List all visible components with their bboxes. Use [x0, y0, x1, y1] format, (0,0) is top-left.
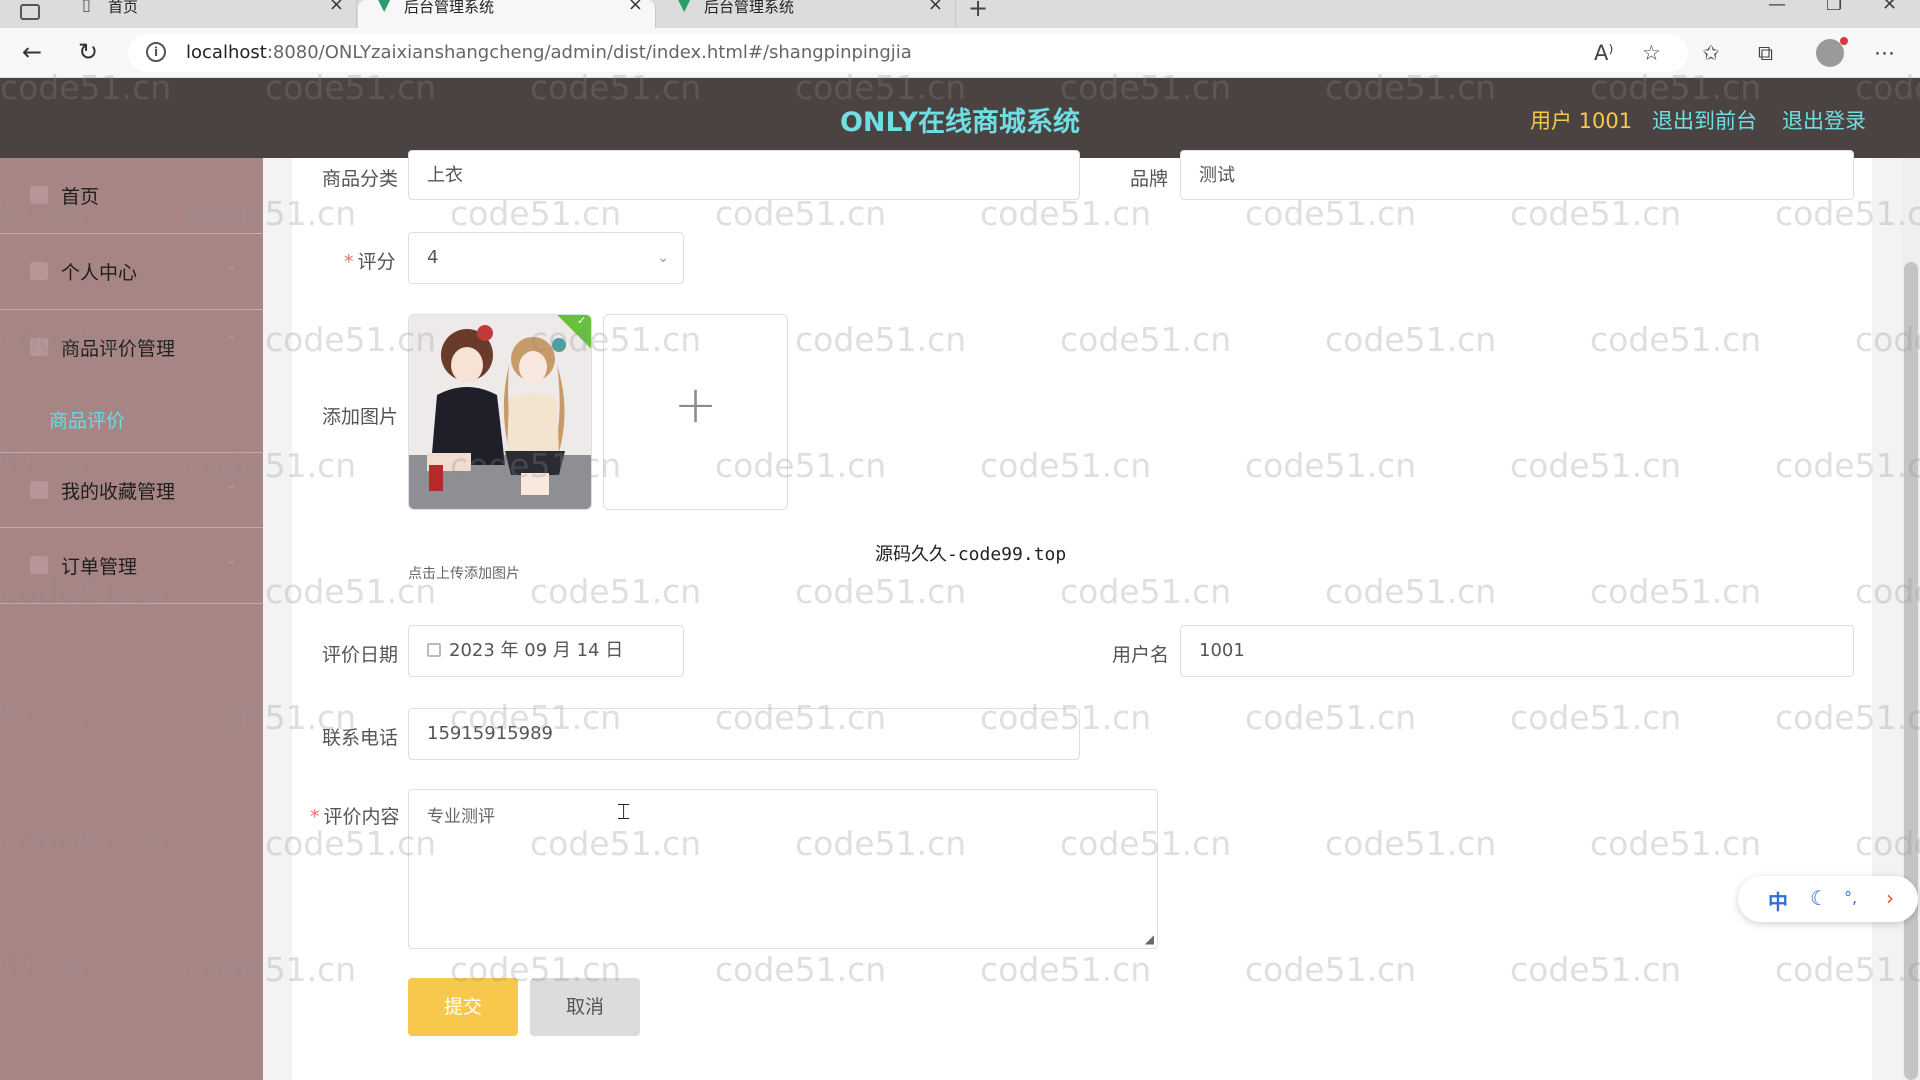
sidebar-item-label: 个人中心 — [61, 262, 138, 284]
minimize-icon[interactable]: — — [1768, 0, 1786, 15]
current-user-label: 用户 1001 — [1530, 109, 1633, 133]
source-overlay-text: 源码久久-code99.top — [875, 544, 1067, 565]
ime-toolbar[interactable]: 中 ☾ °, › — [1738, 876, 1918, 922]
refresh-icon[interactable]: ↻ — [78, 38, 98, 66]
chevron-down-icon: ⌄ — [657, 250, 669, 266]
username-input[interactable]: 1001 — [1180, 625, 1854, 677]
cancel-button[interactable]: 取消 — [530, 978, 640, 1036]
date-picker[interactable]: 2023 年 09 月 14 日 — [408, 625, 684, 677]
scrollbar-thumb[interactable] — [1904, 262, 1918, 1080]
submit-button[interactable]: 提交 — [408, 978, 518, 1036]
site-info-icon[interactable]: i — [146, 42, 166, 62]
upload-image-button[interactable]: + — [603, 314, 788, 510]
tab-actions-icon[interactable] — [20, 4, 40, 20]
sidebar-item-orders[interactable]: 订单管理 ⌄ — [0, 528, 263, 604]
sidebar-item-review-management[interactable]: 商品评价管理 ⌃ — [0, 310, 263, 386]
date-label: 评价日期 — [322, 644, 399, 666]
sidebar-item-profile[interactable]: 个人中心 ⌄ — [0, 234, 263, 310]
plus-icon: + — [673, 375, 718, 435]
back-icon[interactable]: ← — [22, 38, 42, 66]
favorites-icon[interactable]: ✩ — [1702, 40, 1720, 66]
close-tab-icon[interactable]: × — [628, 0, 643, 14]
order-icon — [30, 556, 48, 574]
add-favorite-icon[interactable]: ☆ — [1642, 40, 1661, 66]
username-label: 用户名 — [1112, 644, 1170, 666]
tab-title: 后台管理系统 — [704, 0, 795, 16]
home-icon — [30, 186, 48, 204]
sidebar-item-favorites[interactable]: 我的收藏管理 ⌄ — [0, 452, 263, 528]
ime-language-toggle[interactable]: 中 — [1768, 886, 1788, 915]
sidebar-subitem-product-review[interactable]: 商品评价 — [49, 406, 125, 433]
sidebar-item-label: 我的收藏管理 — [61, 481, 176, 503]
page-icon: ▯ — [82, 0, 91, 14]
rating-select[interactable]: 4 ⌄ — [408, 232, 684, 284]
uploaded-image-thumbnail[interactable]: ✓ — [408, 314, 592, 510]
category-label: 商品分类 — [322, 168, 399, 190]
phone-input[interactable]: 15915915989 — [408, 708, 1080, 760]
browser-tab-admin-active[interactable]: ▼ 后台管理系统 × — [358, 0, 656, 28]
browser-tab-admin[interactable]: ▼ 后台管理系统 × — [658, 0, 956, 28]
check-icon: ✓ — [577, 314, 587, 327]
sidebar-item-home[interactable]: 首页 — [0, 158, 263, 234]
sidebar: 首页 个人中心 ⌄ 商品评价管理 ⌃ 商品评价 我的收藏管理 ⌄ 订单管理 ⌄ — [0, 158, 263, 1080]
more-menu-icon[interactable]: ⋯ — [1874, 40, 1895, 66]
moon-icon[interactable]: ☾ — [1810, 886, 1828, 910]
chevron-right-icon[interactable]: › — [1886, 886, 1894, 910]
rating-label: * 评分 — [344, 251, 396, 273]
profile-avatar[interactable] — [1816, 37, 1848, 67]
vue-logo-icon: ▼ — [678, 0, 691, 14]
star-icon — [30, 481, 48, 499]
app-header: ONLY在线商城系统 用户 1001 退出到前台 退出登录 — [0, 78, 1920, 158]
browser-tab-home[interactable]: ▯ 首页 × — [62, 0, 357, 28]
image-label: 添加图片 — [322, 406, 399, 428]
review-icon — [30, 338, 48, 356]
tab-title: 首页 — [108, 0, 139, 16]
browser-toolbar: ← ↻ i localhost:8080/ONLYzaixianshangche… — [0, 28, 1920, 78]
brand-label: 品牌 — [1130, 168, 1169, 190]
brand-input[interactable]: 测试 — [1180, 150, 1854, 200]
close-window-icon[interactable]: ✕ — [1882, 0, 1897, 15]
sidebar-item-label: 商品评价管理 — [61, 338, 176, 360]
phone-label: 联系电话 — [322, 727, 399, 749]
address-bar[interactable]: i localhost:8080/ONLYzaixianshangcheng/a… — [128, 34, 1688, 72]
rating-value: 4 — [427, 247, 439, 268]
upload-hint: 点击上传添加图片 — [408, 566, 520, 582]
chevron-down-icon: ⌄ — [225, 552, 237, 568]
collections-icon[interactable]: ⧉ — [1758, 40, 1773, 66]
browser-tab-bar: ▯ 首页 × ▼ 后台管理系统 × ▼ 后台管理系统 × + — ❐ ✕ — [0, 0, 1920, 28]
chevron-down-icon: ⌄ — [225, 477, 237, 493]
url-text[interactable]: localhost:8080/ONLYzaixianshangcheng/adm… — [186, 42, 912, 63]
text-cursor-icon: ⌶ — [617, 800, 631, 825]
anime-girls-image — [409, 315, 591, 509]
content-label: * 评价内容 — [310, 806, 400, 828]
sidebar-item-label: 首页 — [61, 186, 100, 208]
chevron-down-icon: ⌄ — [225, 258, 237, 274]
exit-to-front-link[interactable]: 退出到前台 — [1652, 105, 1757, 135]
date-value: 2023 年 09 月 14 日 — [449, 640, 624, 661]
content-textarea[interactable]: 专业测评 ◢ — [408, 789, 1158, 949]
sidebar-item-label: 订单管理 — [61, 556, 138, 578]
close-tab-icon[interactable]: × — [928, 0, 943, 14]
read-aloud-icon[interactable]: A⁾ — [1594, 40, 1614, 66]
resize-handle-icon[interactable]: ◢ — [1145, 932, 1154, 946]
category-input[interactable]: 上衣 — [408, 150, 1080, 200]
close-tab-icon[interactable]: × — [329, 0, 344, 14]
punctuation-icon[interactable]: °, — [1844, 888, 1857, 907]
vue-logo-icon: ▼ — [378, 0, 391, 14]
calendar-icon — [427, 643, 441, 657]
logout-link[interactable]: 退出登录 — [1782, 105, 1866, 135]
tab-title: 后台管理系统 — [404, 0, 495, 16]
content-value: 专业测评 — [427, 807, 495, 827]
chevron-up-icon: ⌃ — [225, 334, 237, 350]
restore-icon[interactable]: ❐ — [1826, 0, 1842, 15]
user-icon — [30, 262, 48, 280]
new-tab-icon[interactable]: + — [968, 0, 988, 22]
